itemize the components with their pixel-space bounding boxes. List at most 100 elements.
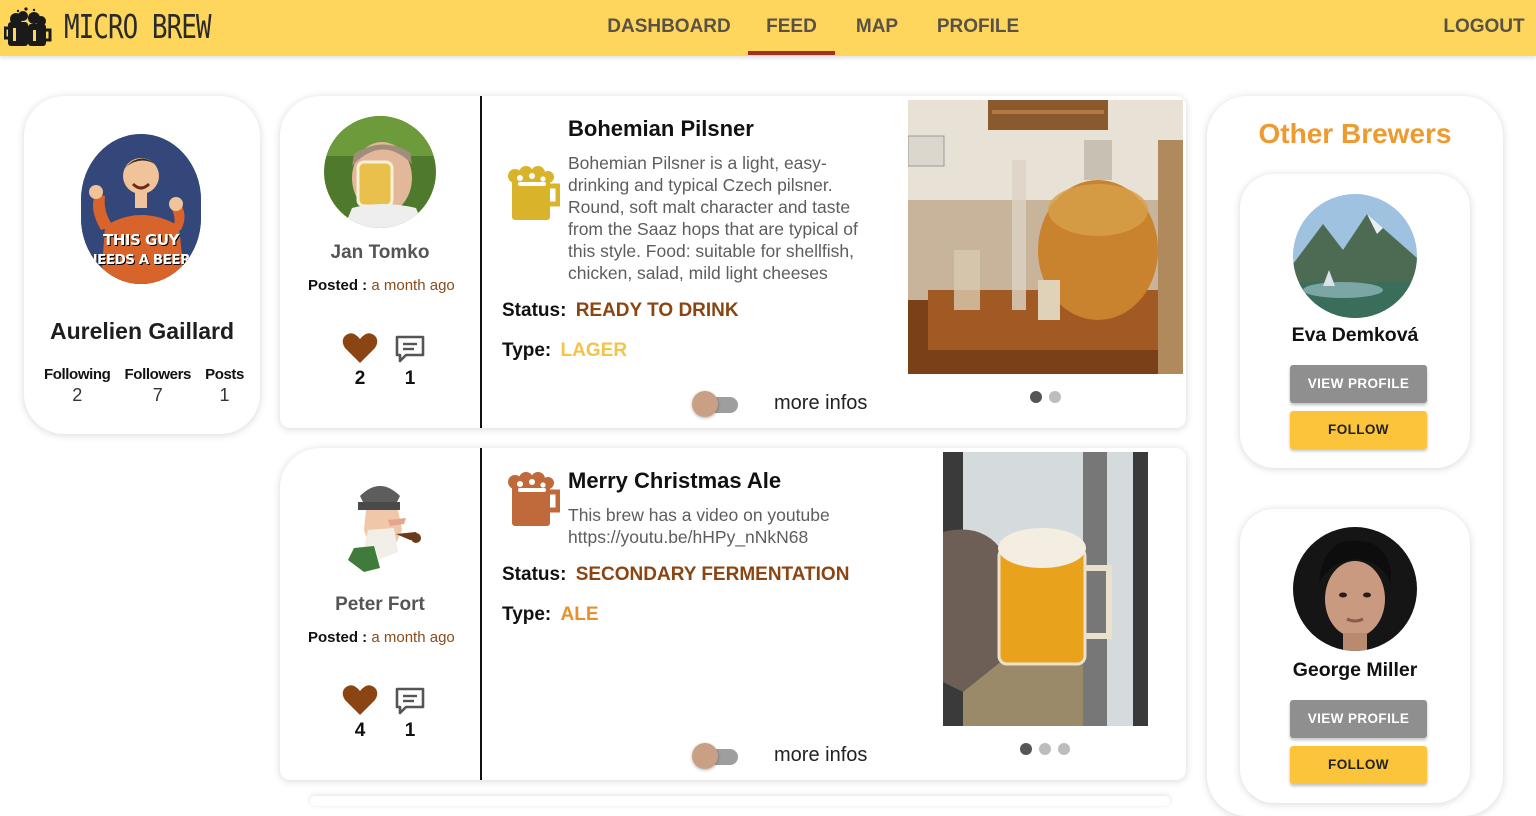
stat-label: Posts xyxy=(205,366,244,383)
active-tab-indicator xyxy=(748,51,835,55)
more-infos-toggle[interactable] xyxy=(692,391,740,417)
brew-photo[interactable] xyxy=(943,452,1148,726)
stat-value: 7 xyxy=(152,385,163,405)
nav-map[interactable]: MAP xyxy=(847,0,907,56)
author-photo xyxy=(324,116,436,228)
top-navbar: MICRO BREW DASHBOARD FEED MAP PROFILE LO… xyxy=(0,0,1536,56)
stat-followers[interactable]: Followers 7 xyxy=(124,366,192,406)
next-post-peek xyxy=(310,796,1170,806)
reactions: 2 1 xyxy=(342,332,442,392)
brewer-avatar[interactable] xyxy=(1293,527,1417,651)
my-avatar[interactable]: THIS GUY NEEDS A BEER! xyxy=(81,134,201,284)
carousel-dot[interactable] xyxy=(1039,743,1051,755)
carousel-dots xyxy=(1030,391,1061,403)
likes-count: 2 xyxy=(354,368,366,389)
posted-value: a month ago xyxy=(371,629,455,646)
brew-photo[interactable] xyxy=(908,100,1183,374)
nav-feed[interactable]: FEED xyxy=(748,0,835,56)
carousel-dot[interactable] xyxy=(1058,743,1070,755)
follow-button[interactable]: FOLLOW xyxy=(1290,746,1427,784)
comments-count: 1 xyxy=(404,368,416,389)
brewer-name[interactable]: Eva Demková xyxy=(1240,324,1470,347)
beer-mugs-logo-icon xyxy=(4,7,52,46)
carousel-dot[interactable] xyxy=(1049,391,1061,403)
stat-value: 1 xyxy=(219,385,230,405)
brewer-name[interactable]: George Miller xyxy=(1240,659,1470,682)
author-avatar[interactable] xyxy=(324,468,436,580)
post-divider xyxy=(480,448,482,780)
comments-count: 1 xyxy=(404,720,416,741)
posted-label: Posted : xyxy=(308,629,368,646)
brewer-photo xyxy=(1293,527,1417,651)
brand-name: MICRO BREW xyxy=(64,9,212,47)
brew-title: Merry Christmas Ale xyxy=(568,468,782,493)
more-infos-label[interactable]: more infos xyxy=(774,392,867,415)
status-field: Status: READY TO DRINK xyxy=(502,300,739,322)
logout-button[interactable]: LOGOUT xyxy=(1440,0,1528,56)
more-infos-toggle[interactable] xyxy=(692,743,740,769)
brew-title: Bohemian Pilsner xyxy=(568,116,754,141)
comment-icon[interactable] xyxy=(394,334,426,364)
brewer-card: Eva Demková VIEW PROFILE FOLLOW xyxy=(1240,174,1470,468)
stat-following[interactable]: Following 2 xyxy=(44,366,111,406)
feed-post: Peter Fort Posted : a month ago 4 1 Merr… xyxy=(280,448,1186,780)
status-value: READY TO DRINK xyxy=(575,300,739,321)
brewer-photo xyxy=(1293,194,1417,318)
type-label: Type: xyxy=(502,340,552,361)
nav-profile[interactable]: PROFILE xyxy=(930,0,1026,56)
profile-stats: Following 2 Followers 7 Posts 1 xyxy=(44,366,244,406)
beer-mug-icon xyxy=(508,166,560,220)
type-value: ALE xyxy=(560,604,599,625)
posted-value: a month ago xyxy=(371,277,455,294)
brew-photo-image xyxy=(943,452,1148,726)
reactions: 4 1 xyxy=(342,684,442,744)
posted-label: Posted : xyxy=(308,277,368,294)
toggle-thumb xyxy=(692,391,718,417)
post-divider xyxy=(480,96,482,428)
stat-value: 2 xyxy=(72,385,83,405)
status-label: Status: xyxy=(502,300,567,321)
author-avatar[interactable] xyxy=(324,116,436,228)
likes-count: 4 xyxy=(354,720,366,741)
nav-dashboard[interactable]: DASHBOARD xyxy=(604,0,734,56)
toggle-thumb xyxy=(692,743,718,769)
avatar-caption-2: NEEDS A BEER! xyxy=(86,252,196,268)
stat-label: Followers xyxy=(124,366,192,383)
view-profile-button[interactable]: VIEW PROFILE xyxy=(1290,365,1427,403)
heart-icon[interactable] xyxy=(342,332,378,364)
follow-button[interactable]: FOLLOW xyxy=(1290,411,1427,449)
brew-description: Bohemian Pilsner is a light, easy-drinki… xyxy=(568,153,858,283)
carousel-dots xyxy=(1020,743,1070,755)
feed-post: Jan Tomko Posted : a month ago 2 1 Bohem… xyxy=(280,96,1186,428)
brewer-card: George Miller VIEW PROFILE FOLLOW xyxy=(1240,509,1470,803)
type-field: Type: LAGER xyxy=(502,340,627,362)
type-value: LAGER xyxy=(560,340,628,361)
my-profile-name: Aurelien Gaillard xyxy=(49,318,235,344)
view-profile-button[interactable]: VIEW PROFILE xyxy=(1290,700,1427,738)
status-label: Status: xyxy=(502,564,567,585)
carousel-dot[interactable] xyxy=(1030,391,1042,403)
comment-icon[interactable] xyxy=(394,686,426,716)
type-label: Type: xyxy=(502,604,552,625)
type-field: Type: ALE xyxy=(502,604,599,626)
stat-label: Following xyxy=(44,366,111,383)
brand[interactable]: MICRO BREW xyxy=(4,6,212,50)
posted-time: Posted : a month ago xyxy=(308,628,458,648)
my-profile-card: THIS GUY NEEDS A BEER! Aurelien Gaillard… xyxy=(24,96,260,434)
author-photo xyxy=(324,468,436,580)
brew-description: This brew has a video on youtube https:/… xyxy=(568,505,830,547)
avatar-caption-1: THIS GUY xyxy=(103,231,179,249)
more-infos-label[interactable]: more infos xyxy=(774,744,867,767)
heart-icon[interactable] xyxy=(342,684,378,716)
posted-time: Posted : a month ago xyxy=(308,276,458,296)
other-brewers-title: Other Brewers xyxy=(1258,118,1452,149)
stat-posts[interactable]: Posts 1 xyxy=(205,366,244,406)
brew-photo-image xyxy=(908,100,1183,374)
other-brewers-panel: Other Brewers Eva Demková VIEW PROFILE F… xyxy=(1207,96,1503,816)
author-name[interactable]: Peter Fort xyxy=(280,594,480,616)
carousel-dot[interactable] xyxy=(1020,743,1032,755)
author-name[interactable]: Jan Tomko xyxy=(280,242,480,264)
status-field: Status: SECONDARY FERMENTATION xyxy=(502,564,849,586)
status-value: SECONDARY FERMENTATION xyxy=(575,564,850,585)
brewer-avatar[interactable] xyxy=(1293,194,1417,318)
